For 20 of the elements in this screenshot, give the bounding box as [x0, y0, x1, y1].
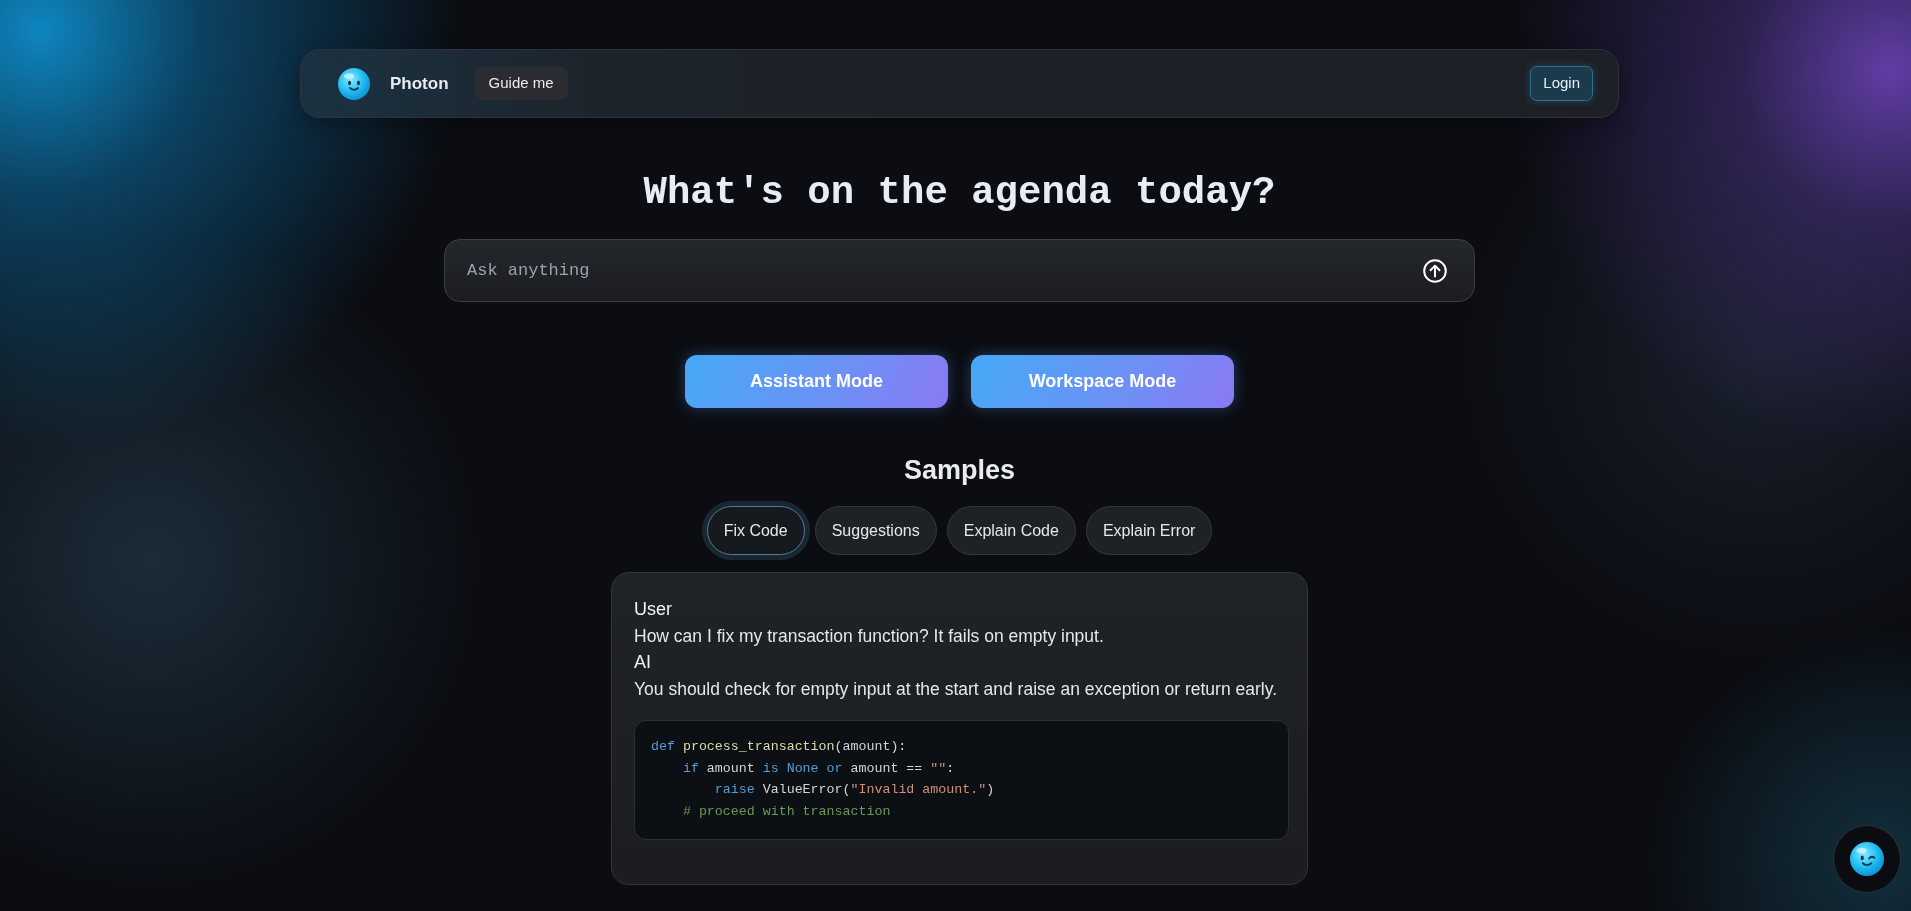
- code-line: if amount is None or amount == "":: [681, 759, 955, 778]
- samples-heading: Samples: [903, 454, 1016, 486]
- login-button[interactable]: Login: [1530, 66, 1593, 101]
- code-line: def process_transaction(amount):: [651, 738, 907, 756]
- message-text: How can I fix my transaction function? It fails on empty input.: [634, 624, 1105, 648]
- sample-tab[interactable]: Suggestions: [814, 506, 937, 555]
- code-line: raise ValueError("Invalid amount."): [713, 781, 995, 799]
- guide-me-button[interactable]: Guide me: [474, 67, 568, 100]
- page-heading: What's on the agenda today?: [643, 170, 1276, 217]
- speaker-label: AI: [634, 651, 652, 674]
- sample-tab[interactable]: Explain Code: [946, 506, 1076, 555]
- brand-name: Photon: [390, 72, 449, 95]
- smiling-face-icon: [338, 67, 370, 100]
- ask-field[interactable]: Ask anything: [444, 239, 1475, 302]
- speaker-label: User: [634, 598, 673, 621]
- message-text: You should check for empty input at the start and raise an exception or return early.: [634, 677, 1278, 701]
- sample-tab[interactable]: Explain Error: [1085, 506, 1213, 555]
- code-line: # proceed with transaction: [681, 802, 891, 821]
- send-icon[interactable]: [1423, 258, 1447, 283]
- winking-face-icon: [1850, 842, 1884, 876]
